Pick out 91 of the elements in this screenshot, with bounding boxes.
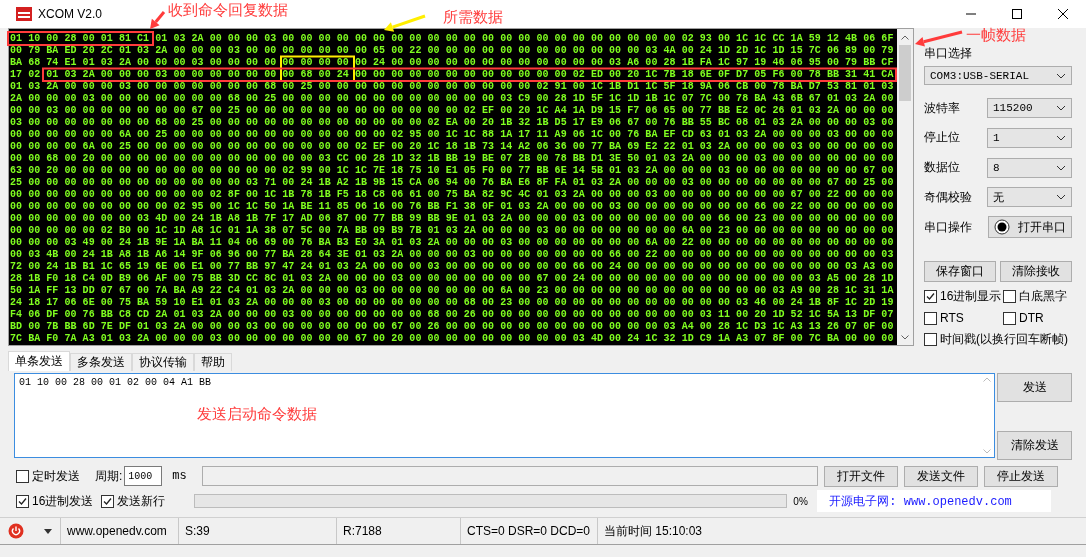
hex-data-line: 03 00 00 00 00 00 00 00 68 00 25 00 00 00 00 00 00 00 00 00 00 00 00 02 EA 00 20 1B 32 1B D5 17 E9 06 67 00 76 BB 55 BC 08 01 03 2A 00 00 00 03 00 bbox=[10, 117, 895, 129]
period-input[interactable]: 1000 bbox=[124, 466, 163, 486]
checkmark-icon bbox=[926, 292, 935, 301]
website-link[interactable]: 开源电子网: www.openedv.com bbox=[817, 490, 1052, 512]
hex-data-line: 50 1A FF 13 DD 07 67 00 7A BA A9 22 C4 01 03 2A 00 00 00 03 00 00 00 00 00 00 00 6A 00 23 00 00 00 00 00 00 00 00 00 00 00 00 03 A9 00 28 1C 31 1A bbox=[10, 285, 895, 297]
hex-data-line: 72 00 24 1B B1 1C 65 19 6E 06 E1 00 77 BB 97 47 24 01 03 2A 00 00 00 03 00 00 00 00 00 00 00 66 00 24 00 00 00 00 00 00 00 00 00 00 00 00 03 A3 00 bbox=[10, 261, 895, 273]
chevron-down-icon bbox=[1056, 72, 1066, 79]
status-site: www.openedv.com bbox=[60, 518, 178, 544]
option-checkbox[interactable]: 16进制显示 bbox=[924, 288, 1003, 305]
newline-checkbox[interactable]: 发送新行 bbox=[101, 492, 166, 510]
hex-data-line: F4 06 DF 00 76 BB C8 CD 2A 01 03 2A 00 00 00 03 00 00 00 00 00 00 00 68 00 26 00 00 00 00 00 00 00 00 00 00 00 00 03 11 00 20 1D 52 1C 5A 13 DF 07 bbox=[10, 309, 895, 321]
setting-dropdown[interactable]: 1 bbox=[987, 127, 1072, 148]
chevron-down-icon bbox=[1056, 134, 1066, 141]
hex-data-line: 00 79 BA ED 20 2C 01 03 2A 00 00 00 03 00 00 00 00 00 00 00 65 00 22 00 00 00 00 00 00 00 00 00 00 00 00 03 4A 00 24 1D 2D 1C 1D 15 7C 06 89 00 79 bbox=[10, 45, 895, 57]
file-action-button[interactable]: 停止发送 bbox=[984, 465, 1059, 487]
annotation-text: 一帧数据 bbox=[966, 26, 1026, 45]
option-checkbox[interactable]: RTS bbox=[924, 311, 1003, 325]
file-action-button[interactable]: 发送文件 bbox=[904, 465, 979, 487]
annotation-text: 收到命令回复数据 bbox=[168, 1, 288, 20]
power-icon[interactable] bbox=[8, 523, 24, 539]
port-label: 串口选择 bbox=[924, 45, 973, 62]
hex-data-line: 24 18 17 06 6E 00 75 BA 59 10 E1 01 03 2A 00 00 00 03 00 00 00 00 00 00 00 68 00 23 00 00 00 00 00 00 00 00 00 00 00 00 03 46 00 24 1B 8F 1C 2D 19 bbox=[10, 297, 895, 309]
hex-data-line: BD 00 7B BB 6D 7E DF 01 03 2A 00 00 00 03 00 00 00 00 00 00 00 67 00 26 00 00 00 00 00 00 00 00 00 00 00 00 03 A4 00 28 1C D3 1C A3 13 26 07 0F 00 bbox=[10, 321, 895, 333]
status-received: R:7188 bbox=[336, 518, 460, 544]
progress-reading: 0% bbox=[793, 495, 809, 507]
send-action-button[interactable]: 清除发送 bbox=[997, 431, 1072, 460]
send-tab[interactable]: 多条发送 bbox=[70, 353, 132, 371]
scrollbar[interactable] bbox=[897, 29, 913, 345]
scroll-up-icon[interactable] bbox=[901, 34, 909, 40]
setting-label: 数据位 bbox=[924, 159, 960, 177]
setting-label: 波特率 bbox=[924, 99, 960, 117]
hex-data-line: 00 00 00 00 00 00 00 00 00 02 95 00 1C 1C 50 1A BE 11 85 06 16 00 76 BB F1 38 0F 01 03 2A 00 00 00 03 00 00 00 00 00 00 00 66 00 22 00 00 00 00 00 bbox=[10, 201, 895, 213]
hex-data-line: 17 02 01 03 2A 00 00 00 03 00 00 00 00 00 00 00 68 00 24 00 00 00 00 00 00 00 00 00 00 00 00 02 ED 00 20 1C 7B 18 6E 0F D7 05 F6 00 78 BB 31 41 CA bbox=[10, 69, 895, 81]
operation-label: 串口操作 bbox=[924, 218, 972, 236]
hex-data-line: 00 00 00 00 6A 00 25 00 00 00 00 00 00 00 00 00 00 00 00 02 EF 00 20 1C 18 1B 73 14 A2 06 36 00 77 BA 69 E2 22 01 03 2A 00 00 00 03 00 00 00 00 00 bbox=[10, 141, 895, 153]
hex-data-line: 63 00 20 00 00 00 00 00 00 00 00 00 00 00 00 02 99 00 1C 1C 7E 18 75 10 E1 05 F0 00 77 BB 6E 14 5B 01 03 2A 00 00 00 03 00 00 00 00 00 00 00 67 00 bbox=[10, 165, 895, 177]
send-action-button[interactable]: 发送 bbox=[997, 373, 1072, 402]
hex-data-line: 01 03 2A 00 00 00 03 00 00 00 00 00 00 00 68 00 25 00 00 00 00 00 00 00 00 00 00 00 00 02 91 00 1C 1B D1 1C 5F 18 9A 06 CB 00 78 BA D7 53 81 01 03 bbox=[10, 81, 895, 93]
hex-data-line: 00 03 4B 00 24 1B A8 1B A6 14 9F 06 96 00 77 BA 28 64 3E 01 03 2A 00 00 00 03 00 00 00 00 00 00 00 66 00 22 00 00 00 00 00 00 00 00 00 00 00 00 03 bbox=[10, 249, 895, 261]
setting-label: 停止位 bbox=[924, 129, 960, 147]
annotation-text: 发送启动命令数据 bbox=[197, 405, 317, 424]
window-title: XCOM V2.0 bbox=[38, 7, 103, 21]
scroll-thumb[interactable] bbox=[899, 45, 911, 101]
checkmark-icon bbox=[18, 496, 27, 506]
chevron-down-icon bbox=[1056, 194, 1066, 201]
receive-action-button[interactable]: 保存窗口 bbox=[924, 261, 996, 282]
status-time: 当前时间 15:10:03 bbox=[597, 518, 709, 544]
hex-data-line: 00 00 00 03 49 00 24 1B 9E 1A BA 11 04 06 69 00 76 BA B3 E0 3A 01 03 2A 00 00 00 03 00 00 00 00 00 00 00 6A 00 22 00 00 00 00 00 00 00 00 00 00 00 bbox=[10, 237, 895, 249]
app-logo-icon bbox=[16, 6, 32, 22]
setting-dropdown[interactable]: 无 bbox=[987, 187, 1072, 208]
indicator-icon bbox=[994, 219, 1010, 236]
period-label: 周期: bbox=[95, 467, 123, 485]
maximize-icon bbox=[1012, 9, 1022, 19]
hex-data-line: 00 00 00 00 00 00 00 03 4D 00 24 1B A8 1B 7F 17 AD 06 87 00 77 BB 99 BB 9E 01 03 2A 00 00 00 03 00 00 00 00 00 00 00 66 00 23 00 00 00 00 00 00 00 bbox=[10, 213, 895, 225]
hex-data-line: 00 00 00 00 00 02 B0 00 1C 1D A8 1C 01 1A 38 07 5C 00 7A BB 09 B9 7B 01 03 2A 00 00 00 03 00 00 00 00 00 00 00 6A 00 23 00 00 00 00 00 00 00 00 00 bbox=[10, 225, 895, 237]
hex-data-line: 00 00 03 00 00 00 00 00 00 00 67 00 25 00 00 00 00 00 00 00 00 00 00 00 00 02 EF 00 20 1C A4 1A D9 15 F7 06 65 00 77 BB E2 0C 26 01 03 2A 00 00 00 bbox=[10, 105, 895, 117]
chevron-down-icon bbox=[1056, 164, 1066, 171]
close-icon bbox=[1058, 9, 1068, 19]
scroll-down-icon[interactable] bbox=[901, 334, 909, 340]
hex-data-line: 00 00 00 00 00 00 6A 00 25 00 00 00 00 00 00 00 00 00 00 00 00 02 95 00 1C 1C 88 1A 17 11 A9 06 1C 00 76 BA EF CD 63 01 03 2A 00 00 00 03 00 00 00 bbox=[10, 129, 895, 141]
chevron-down-icon bbox=[1056, 105, 1066, 112]
hex-data-line: 01 10 00 28 00 01 81 C1 01 03 2A 00 00 00 03 00 00 00 00 00 00 00 00 00 00 00 00 00 00 00 00 00 00 00 00 00 00 02 93 00 1C 1C CC 1A 59 12 4B 06 6F bbox=[10, 33, 895, 45]
hex-data-line: 28 1B F0 18 C4 0D B9 06 AF 00 75 BB 3D CC 8C 01 03 2A 00 00 00 03 00 00 00 00 00 00 00 67 00 24 00 00 00 00 00 00 00 00 00 00 00 00 03 A5 00 28 1D bbox=[10, 273, 895, 285]
checkmark-icon bbox=[103, 496, 113, 506]
status-sent: S:39 bbox=[178, 518, 336, 544]
hex-data-line: 25 00 00 00 00 00 00 00 00 00 00 00 00 03 71 00 24 1B A2 1B 9B 15 CA 06 94 00 76 BA E6 8F FA 01 03 2A 00 00 00 03 00 00 00 00 00 00 00 67 00 25 00 bbox=[10, 177, 895, 189]
setting-label: 奇偶校验 bbox=[924, 188, 972, 206]
hex-data-line: 2A 00 00 00 03 00 00 00 00 00 00 00 68 00 25 00 00 00 00 00 00 00 00 00 00 00 00 03 C9 00 28 1D 5F 1C 1D 1B 1C 07 7C 00 78 BA 43 6B 67 01 03 2A 00 bbox=[10, 93, 895, 105]
send-tab[interactable]: 协议传输 bbox=[132, 353, 194, 371]
port-dropdown[interactable]: COM3:USB-SERIAL bbox=[924, 66, 1072, 86]
option-checkbox[interactable]: 白底黑字 bbox=[1003, 288, 1086, 305]
hex-data-line: 00 00 00 00 00 00 00 00 00 00 00 02 8F 00 1C 1B 78 1B F5 18 C8 06 61 00 75 BA 82 9C 4C 01 03 2A 00 00 00 03 00 00 00 00 00 00 00 67 00 22 00 00 00 bbox=[10, 189, 895, 201]
option-checkbox[interactable]: DTR bbox=[1003, 311, 1086, 325]
dropdown-caret-icon[interactable] bbox=[44, 528, 52, 534]
file-action-button[interactable]: 打开文件 bbox=[824, 465, 899, 487]
send-tab[interactable]: 单条发送 bbox=[8, 351, 70, 371]
hex-data-line: 7C BA F0 7A A3 01 03 2A 00 00 00 03 00 00 00 00 00 00 00 67 00 20 00 00 00 00 00 00 00 00 00 03 4D 00 24 1C 32 1D C9 1A A3 07 8F 00 7C BA 00 00 00 bbox=[10, 333, 895, 345]
hex-data-line: 00 00 68 00 20 00 00 00 00 00 00 00 00 00 00 00 00 03 CC 00 28 1D 32 1B BB 19 BE 07 2B 00 78 BB D1 3E 50 01 03 2A 00 00 00 03 00 00 00 00 00 00 00 bbox=[10, 153, 895, 165]
setting-dropdown[interactable]: 8 bbox=[987, 157, 1072, 178]
timer-checkbox[interactable]: 定时发送 bbox=[16, 467, 80, 485]
hex-send-checkbox[interactable]: 16进制发送 bbox=[16, 492, 94, 510]
file-path-field[interactable] bbox=[202, 466, 819, 486]
setting-dropdown[interactable]: 115200 bbox=[987, 98, 1072, 119]
annotation-text: 所需数据 bbox=[443, 8, 503, 27]
open-port-button[interactable]: 打开串口 bbox=[988, 216, 1072, 239]
option-checkbox[interactable]: 时间戳(以换行回车断帧) bbox=[924, 331, 1086, 348]
status-lines: CTS=0 DSR=0 DCD=0 bbox=[460, 518, 597, 544]
send-tab[interactable]: 帮助 bbox=[194, 353, 232, 371]
receive-action-button[interactable]: 清除接收 bbox=[1000, 261, 1072, 282]
unit-label: ms bbox=[172, 469, 188, 483]
hex-data-line: BA 68 74 E1 01 03 2A 00 00 00 03 00 00 00 00 00 00 00 00 00 24 00 00 00 00 00 00 00 00 00 00 00 00 03 A6 00 28 1B FA 1C 97 19 46 06 95 00 79 BB CF bbox=[10, 57, 895, 69]
